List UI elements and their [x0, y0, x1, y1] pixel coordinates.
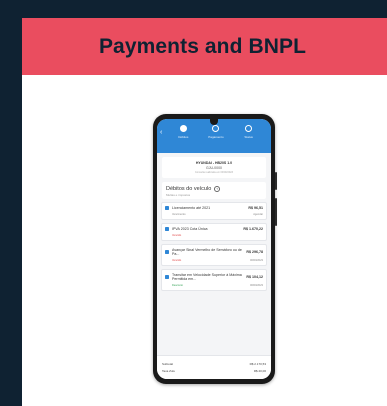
- debt-item[interactable]: Transitar em Velocidade Superior à Máxim…: [161, 269, 267, 291]
- vehicle-name: HYUNDAI - HB20S 1.0: [195, 161, 233, 165]
- totals-summary: Subtotal R$ 2.170,53 Taxa Zulu R$ 20,00: [157, 355, 271, 379]
- debt-item[interactable]: Avançar Sinal Vermelho de Semáforo ou de…: [161, 244, 267, 266]
- debt-title: Licenciamento até 2021: [172, 206, 211, 210]
- debt-amount: R$ 296,78: [246, 250, 263, 254]
- debt-status: Vencimento: [172, 213, 186, 216]
- subtotal-row: Subtotal R$ 2.170,53: [162, 362, 266, 366]
- step-dot-icon: [245, 125, 253, 132]
- total-value: R$ 2.170,53: [249, 362, 266, 366]
- debts-section-header: Débitos do veículo ? Multas e impostos: [162, 182, 266, 199]
- debt-date: 00/00/2023: [250, 259, 263, 262]
- vehicle-card: HYUNDAI - HB20S 1.0 GJU-0000 Consulta re…: [162, 157, 266, 178]
- header-banner: Payments and BNPL: [22, 18, 387, 75]
- checkbox-checked-icon[interactable]: [165, 250, 169, 254]
- step-pagamento: Pagamento: [201, 125, 231, 139]
- phone-screen: ‹ Débitos Pagamento Status HYUNDAI - HB2…: [157, 119, 271, 379]
- phone-mockup: ‹ Débitos Pagamento Status HYUNDAI - HB2…: [153, 114, 277, 384]
- step-status: Status: [234, 125, 264, 139]
- checkbox-checked-icon[interactable]: [165, 275, 169, 279]
- debt-date: 00/00/2023: [250, 284, 263, 287]
- step-debitos: Débitos: [168, 125, 198, 139]
- vehicle-subtitle: Consulta realizada em 00/00/2023: [194, 171, 234, 174]
- section-title: Débitos do veículo ?: [166, 186, 262, 192]
- step-label: Débitos: [178, 135, 189, 139]
- debt-title: Avançar Sinal Vermelho de Semáforo ou de…: [172, 248, 242, 256]
- checkbox-checked-icon[interactable]: [165, 227, 169, 231]
- debt-status: Desconto: [172, 284, 183, 287]
- total-label: Taxa Zulu: [162, 369, 176, 373]
- debt-title: IPVA 2023 Cota Única: [172, 227, 208, 231]
- debt-amount: R$ 96,51: [248, 206, 263, 210]
- content-card: Payments and BNPL ‹ Débitos Pagamento St…: [22, 18, 387, 406]
- step-dot-icon: [179, 125, 187, 132]
- phone-power-button: [275, 198, 277, 226]
- debt-status: Vencido: [172, 259, 182, 262]
- vehicle-plate: GJU-0000: [206, 166, 222, 170]
- phone-volume-button: [275, 172, 277, 190]
- debt-amount: R$ 1.670,22: [243, 227, 263, 231]
- debt-action[interactable]: Agendar: [253, 213, 263, 216]
- checkbox-checked-icon[interactable]: [165, 206, 169, 210]
- debt-item[interactable]: Licenciamento até 2021 R$ 96,51 Vencimen…: [161, 202, 267, 220]
- step-label: Pagamento: [208, 135, 224, 139]
- debt-item[interactable]: IPVA 2023 Cota Única R$ 1.670,22 Vencido: [161, 223, 267, 241]
- section-subtitle: Multas e impostos: [166, 193, 191, 197]
- total-label: Subtotal: [162, 362, 174, 366]
- total-value: R$ 20,00: [253, 369, 266, 373]
- step-label: Status: [244, 135, 253, 139]
- section-title-text: Débitos do veículo: [166, 186, 212, 192]
- page-title: Payments and BNPL: [98, 34, 307, 58]
- debt-amount: R$ 104,12: [246, 275, 263, 279]
- fee-row: Taxa Zulu R$ 20,00: [162, 369, 266, 373]
- debt-title: Transitar em Velocidade Superior à Máxim…: [172, 273, 242, 281]
- back-arrow-icon[interactable]: ‹: [160, 129, 162, 136]
- debt-status: Vencido: [172, 234, 182, 237]
- info-icon[interactable]: ?: [214, 186, 221, 192]
- app-stepper-bar: ‹ Débitos Pagamento Status: [157, 119, 271, 153]
- step-dot-icon: [212, 125, 220, 132]
